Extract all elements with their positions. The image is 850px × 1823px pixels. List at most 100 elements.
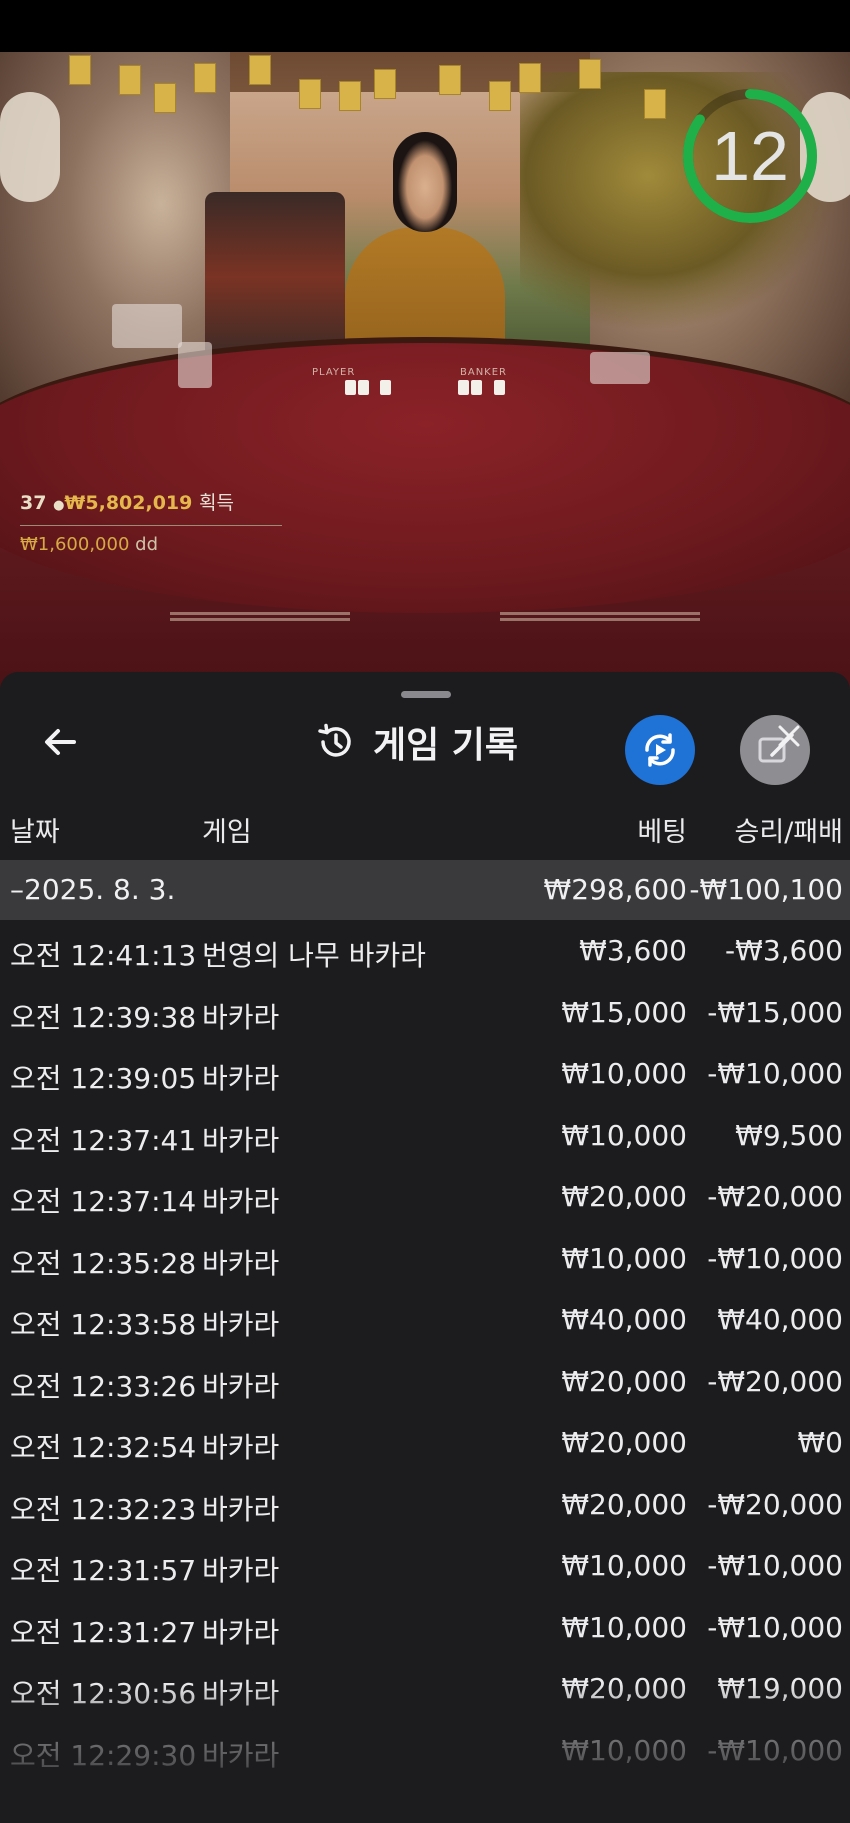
history-row[interactable]: 오전 12:39:38 바카라 ₩15,000 -₩15,000 <box>0 984 850 1046</box>
row-bet: ₩10,000 <box>561 1118 687 1152</box>
history-row[interactable]: 오전 12:32:54 바카라 ₩20,000 ₩0 <box>0 1414 850 1476</box>
banker-area-label: BANKER <box>460 367 508 378</box>
row-result: ₩19,000 <box>717 1672 843 1705</box>
row-result: -₩20,000 <box>707 1364 843 1398</box>
winners-info: 37 ●₩5,802,019 획득 ₩1,600,000 dd <box>20 488 282 555</box>
row-time: 오전 12:37:41 <box>10 1123 197 1157</box>
close-icon <box>758 725 800 763</box>
row-bet: ₩20,000 <box>561 1487 687 1521</box>
column-game: 게임 <box>202 817 252 848</box>
status-bar <box>0 0 850 52</box>
panel-header: 게임 기록 <box>315 716 518 768</box>
banker-card <box>458 380 469 395</box>
row-time: 오전 12:39:38 <box>10 1000 197 1034</box>
row-game: 바카라 <box>202 1308 280 1341</box>
close-button[interactable] <box>740 715 810 785</box>
row-bet: ₩10,000 <box>561 1610 687 1644</box>
row-result: -₩20,000 <box>707 1180 843 1213</box>
gold-tag <box>300 80 320 108</box>
history-row[interactable]: 오전 12:31:27 바카라 ₩10,000 -₩10,000 <box>0 1599 850 1661</box>
row-result: -₩10,000 <box>707 1610 843 1644</box>
row-result: ₩40,000 <box>717 1303 843 1336</box>
history-icon <box>318 723 351 757</box>
row-game: 바카라 <box>202 1492 280 1526</box>
row-game: 번영의 나무 바카라 <box>202 939 426 972</box>
gold-tag <box>155 84 175 112</box>
row-result: -₩10,000 <box>707 1549 843 1582</box>
row-time: 오전 12:35:28 <box>10 1246 197 1280</box>
history-row[interactable]: 오전 12:32:23 바카라 ₩20,000 -₩20,000 <box>0 1476 850 1538</box>
row-bet: ₩20,000 <box>561 1672 687 1705</box>
gold-tag <box>490 82 510 110</box>
history-row[interactable]: 오전 12:33:26 바카라 ₩20,000 -₩20,000 <box>0 1353 850 1415</box>
row-game: 바카라 <box>202 1369 280 1403</box>
day-date: –2025. 8. 3. <box>10 873 176 906</box>
gold-tag <box>70 56 90 84</box>
row-bet: ₩3,600 <box>579 934 687 967</box>
history-row[interactable]: 오전 12:41:13 번영의 나무 바카라 ₩3,600 -₩3,600 <box>0 922 850 984</box>
row-bet: ₩10,000 <box>561 1057 687 1090</box>
column-header: 날짜 게임 베팅 승리/패배 <box>0 804 850 852</box>
history-row[interactable]: 오전 12:37:14 바카라 ₩20,000 -₩20,000 <box>0 1168 850 1230</box>
table-rails <box>160 612 720 622</box>
gold-tag <box>645 90 665 118</box>
row-game: 바카라 <box>202 1000 280 1034</box>
row-result: -₩10,000 <box>707 1241 843 1275</box>
replay-icon <box>645 733 675 767</box>
history-row[interactable]: 오전 12:30:56 바카라 ₩20,000 ₩19,000 <box>0 1660 850 1722</box>
player-win-name: dd <box>135 534 158 555</box>
history-row[interactable]: 오전 12:39:05 바카라 ₩10,000 -₩10,000 <box>0 1045 850 1107</box>
row-time: 오전 12:32:54 <box>10 1431 197 1464</box>
gold-tag <box>580 60 600 88</box>
dealer-head <box>393 132 457 232</box>
history-row[interactable]: 오전 12:37:41 바카라 ₩10,000 ₩9,500 <box>0 1107 850 1169</box>
person-icon: ● <box>53 498 65 513</box>
day-summary-row[interactable]: –2025. 8. 3. ₩298,600 -₩100,100 <box>0 860 850 920</box>
history-row[interactable]: 오전 12:33:58 바카라 ₩40,000 ₩40,000 <box>0 1291 850 1353</box>
lantern-left <box>0 92 60 202</box>
player-area-label: PLAYER <box>312 367 356 378</box>
gold-tag <box>120 66 140 94</box>
drag-handle[interactable] <box>401 691 451 698</box>
countdown-timer: 12 <box>711 117 789 195</box>
row-result: ₩0 <box>797 1426 844 1459</box>
back-arrow-icon <box>45 729 76 755</box>
history-row[interactable]: 오전 12:29:30 바카라 ₩10,000 -₩10,000 <box>0 1722 850 1784</box>
pagoda-decor <box>205 192 345 362</box>
row-result: ₩9,500 <box>735 1118 843 1152</box>
row-time: 오전 12:29:30 <box>10 1738 197 1772</box>
row-bet: ₩15,000 <box>561 995 687 1029</box>
back-button[interactable] <box>40 722 80 762</box>
panel-title: 게임 기록 <box>373 725 519 766</box>
gold-tag <box>520 64 540 92</box>
row-time: 오전 12:33:58 <box>10 1308 197 1341</box>
player-card <box>358 380 369 395</box>
banker-card <box>471 380 482 395</box>
row-result: -₩15,000 <box>707 995 843 1029</box>
discard-tray <box>178 342 212 388</box>
column-result: 승리/패배 <box>734 817 843 848</box>
row-bet: ₩40,000 <box>561 1303 687 1336</box>
gold-tag <box>375 70 395 98</box>
history-list: 오전 12:41:13 번영의 나무 바카라 ₩3,600 -₩3,600 오전 12:… <box>0 922 850 1783</box>
baccarat-table <box>0 337 850 613</box>
row-result: -₩3,600 <box>725 934 843 967</box>
day-total-result: -₩100,100 <box>689 873 843 906</box>
replay-button[interactable] <box>625 715 695 785</box>
history-row[interactable]: 오전 12:35:28 바카라 ₩10,000 -₩10,000 <box>0 1230 850 1292</box>
row-time: 오전 12:41:13 <box>10 939 197 972</box>
history-row[interactable]: 오전 12:31:57 바카라 ₩10,000 -₩10,000 <box>0 1537 850 1599</box>
row-result: -₩10,000 <box>707 1733 843 1767</box>
row-time: 오전 12:31:27 <box>10 1615 197 1649</box>
winners-count: 37 <box>20 492 47 514</box>
card-shoe <box>112 304 182 348</box>
gold-tag <box>250 56 270 84</box>
column-date: 날짜 <box>10 817 60 848</box>
row-game: 바카라 <box>202 1738 280 1772</box>
row-game: 바카라 <box>202 1677 280 1710</box>
divider <box>20 525 282 526</box>
gold-tag <box>440 66 460 94</box>
row-bet: ₩10,000 <box>561 1241 687 1275</box>
winners-label: 획득 <box>198 492 234 514</box>
row-game: 바카라 <box>202 1062 280 1095</box>
